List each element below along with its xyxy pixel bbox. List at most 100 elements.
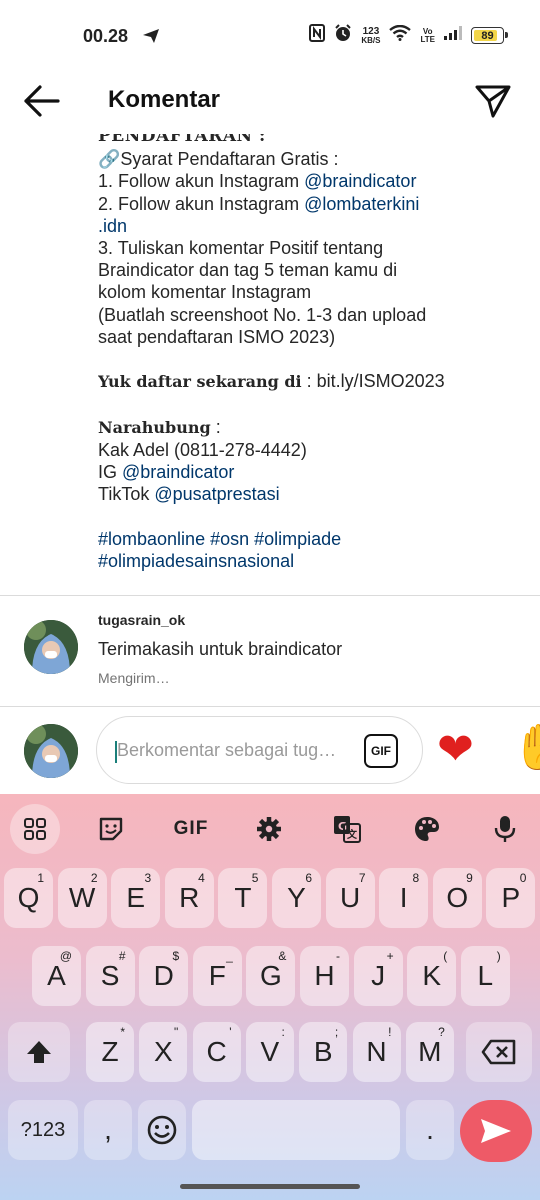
- key-hint: :: [281, 1025, 285, 1039]
- heart-reaction-icon[interactable]: ❤: [437, 728, 474, 772]
- key-i[interactable]: 8I: [379, 868, 429, 928]
- gif-keyboard-button[interactable]: GIF: [166, 804, 216, 854]
- item1-text: 1. Follow akun Instagram: [98, 171, 305, 192]
- symbols-key[interactable]: ?123: [8, 1100, 78, 1160]
- shift-key[interactable]: [8, 1022, 70, 1082]
- key-k[interactable]: (K: [407, 946, 457, 1006]
- key-u[interactable]: 7U: [325, 868, 375, 928]
- contact-label: Narahubung: [98, 417, 211, 437]
- register-link: : bit.ly/ISMO2023: [301, 371, 445, 392]
- key-hint: @: [59, 949, 72, 963]
- caption-item-3-line-2: Braindicator dan tag 5 teman kamu di: [98, 260, 398, 281]
- comment-input[interactable]: [117, 717, 347, 783]
- caption-contact-person: Kak Adel (0811-278-4442): [98, 439, 307, 460]
- navigation-pill[interactable]: [180, 1184, 360, 1189]
- microphone-icon[interactable]: [480, 804, 530, 854]
- requirements-title-text: Syarat Pendaftaran Gratis :: [120, 149, 339, 170]
- key-c[interactable]: ' C: [192, 1022, 241, 1082]
- mention-braindicator-ig[interactable]: @braindicator: [122, 462, 234, 482]
- net-speed: 123 KB/S: [361, 25, 380, 45]
- key-hint: 5: [251, 871, 259, 885]
- key-e[interactable]: 3E: [111, 868, 161, 928]
- comment-text: Terimakasih untuk braindicator: [98, 639, 343, 659]
- key-label: D: [153, 960, 174, 991]
- key-q[interactable]: 1Q: [4, 868, 53, 928]
- own-avatar[interactable]: [24, 724, 78, 778]
- key-hint: -: [336, 949, 340, 963]
- key-hint: &: [278, 949, 287, 963]
- comment-input-box[interactable]: GIF: [96, 716, 423, 784]
- back-button[interactable]: [20, 84, 64, 118]
- comment-username[interactable]: tugasrain_ok: [98, 612, 185, 628]
- key-r[interactable]: 4R: [164, 868, 214, 928]
- key-y[interactable]: 6Y: [272, 868, 321, 928]
- caption-contact: Narahubung :: [98, 416, 518, 439]
- key-hint: 8: [412, 871, 420, 885]
- key-label: L: [477, 960, 494, 991]
- key-label: Y: [287, 882, 306, 913]
- key-label: A: [47, 960, 66, 991]
- key-s[interactable]: # S: [85, 946, 135, 1006]
- key-v[interactable]: :V: [245, 1022, 294, 1082]
- space-key[interactable]: [192, 1100, 400, 1160]
- apps-grid-icon[interactable]: [10, 804, 60, 854]
- share-button[interactable]: [474, 82, 512, 120]
- gif-button[interactable]: GIF: [364, 734, 398, 768]
- key-label: Z: [101, 1036, 119, 1067]
- key-j[interactable]: + J: [353, 946, 403, 1006]
- key-l[interactable]: ) L: [460, 946, 510, 1006]
- key-a[interactable]: @ A: [32, 946, 81, 1006]
- mention-lombaterkini[interactable]: @lombaterkini: [304, 194, 419, 214]
- page-title: Komentar: [108, 86, 221, 113]
- lte-label: LTE: [420, 34, 435, 44]
- key-m[interactable]: ? M: [405, 1022, 454, 1082]
- comment-item: tugasrain_ok Terimakasih untuk braindica…: [0, 598, 540, 706]
- key-b[interactable]: ; B: [299, 1022, 348, 1082]
- gif-keyboard-label: GIF: [173, 818, 209, 839]
- key-label: N: [366, 1036, 387, 1067]
- key-label: V: [260, 1036, 280, 1067]
- caption-note-line-2: saat pendaftaran ISMO 2023): [98, 326, 336, 347]
- key-t[interactable]: 5T: [218, 868, 268, 928]
- enter-send-key[interactable]: [460, 1100, 532, 1162]
- ig-label: IG: [98, 462, 123, 483]
- net-speed-value: 123: [362, 25, 380, 37]
- mention-pusatprestasi[interactable]: @pusatprestasi: [154, 484, 279, 504]
- key-label: C: [206, 1036, 227, 1067]
- comment-status: Mengirim…: [98, 670, 170, 686]
- key-f[interactable]: _ F: [192, 946, 242, 1006]
- translate-icon[interactable]: G文: [322, 804, 372, 854]
- paper-plane-icon: [475, 85, 511, 118]
- key-label: H: [314, 960, 335, 991]
- hashtags-line-1[interactable]: #lombaonline #osn #olimpiade: [98, 528, 518, 550]
- key-p[interactable]: 0P: [486, 868, 536, 928]
- backspace-key[interactable]: [466, 1022, 532, 1082]
- palette-icon[interactable]: [402, 804, 452, 854]
- hashtags-line-2[interactable]: #olimpiadesainsnasional: [98, 550, 518, 572]
- key-x[interactable]: " X: [139, 1022, 188, 1082]
- key-hint: ": [174, 1025, 179, 1039]
- avatar[interactable]: [24, 620, 78, 674]
- key-g[interactable]: & G: [246, 946, 296, 1006]
- send-arrow-icon: [481, 1119, 511, 1143]
- emoji-key[interactable]: [138, 1100, 186, 1160]
- key-h[interactable]: -H: [300, 946, 349, 1006]
- key-label: S: [100, 960, 120, 991]
- key-z[interactable]: * Z: [86, 1022, 134, 1082]
- period-key[interactable]: .: [406, 1100, 454, 1160]
- mention-braindicator[interactable]: @braindicator: [304, 171, 416, 191]
- raised-hand-reaction-icon[interactable]: ✋: [512, 726, 540, 770]
- key-n[interactable]: ! N: [352, 1022, 401, 1082]
- comma-key[interactable]: ,: [84, 1100, 132, 1160]
- header: Komentar: [0, 72, 540, 132]
- settings-gear-icon[interactable]: [244, 804, 294, 854]
- sticker-icon[interactable]: [86, 804, 136, 854]
- key-w[interactable]: 2W: [57, 868, 107, 928]
- mention-lombaterkini-cont[interactable]: .idn: [98, 215, 518, 237]
- key-d[interactable]: $ D: [139, 946, 189, 1006]
- key-hint: 9: [466, 871, 473, 885]
- shift-arrow-icon: [27, 1041, 51, 1063]
- key-o[interactable]: 9O: [432, 868, 482, 928]
- alarm-icon: [334, 24, 352, 47]
- key-label: R: [179, 882, 200, 913]
